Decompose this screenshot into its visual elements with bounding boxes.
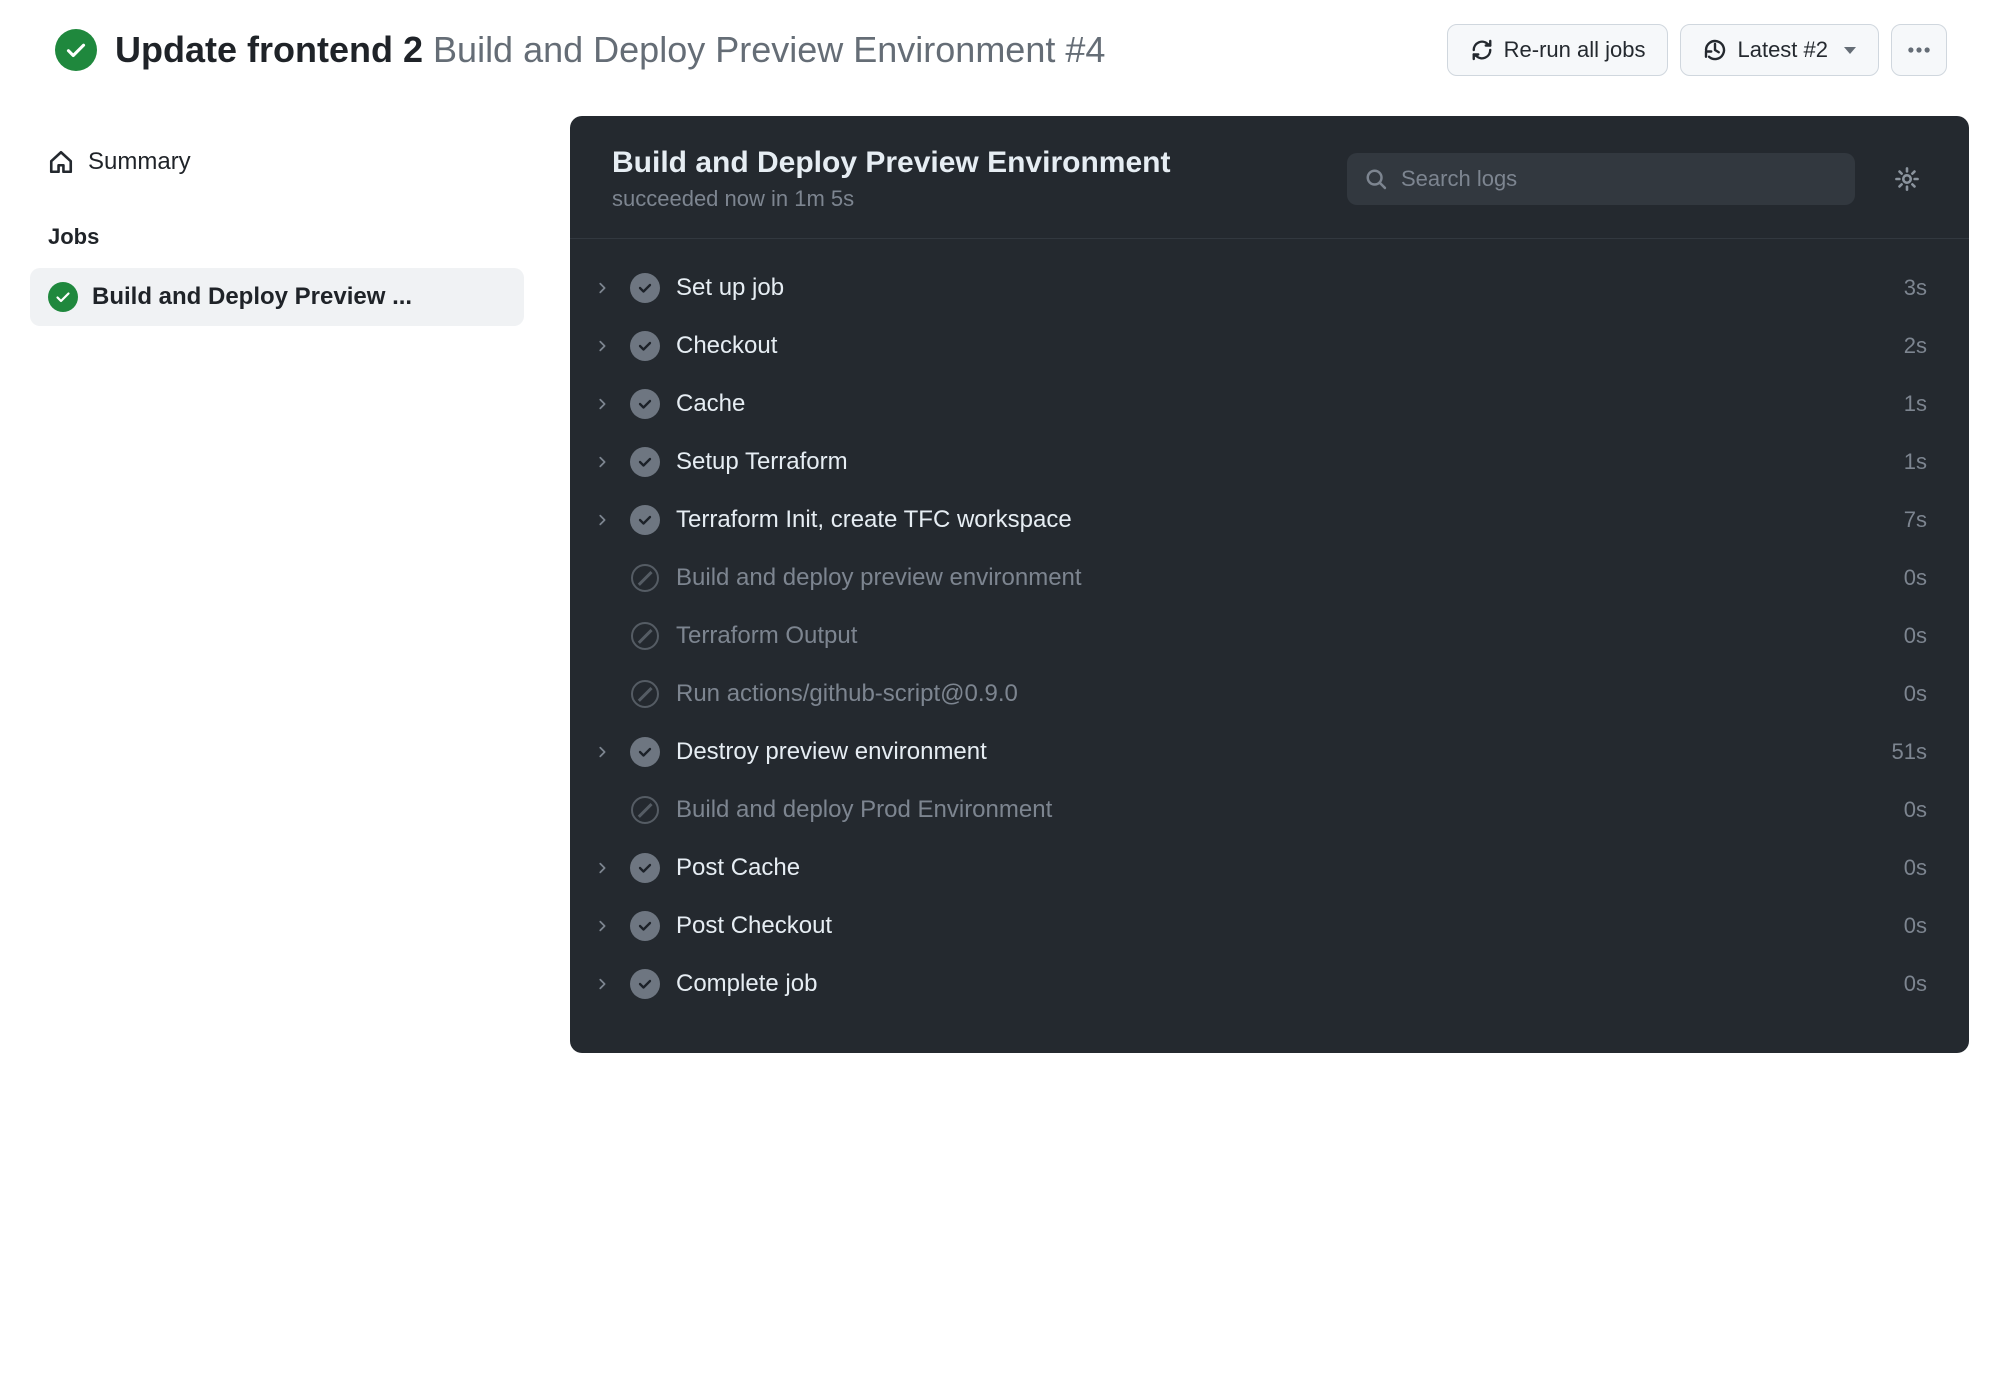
step-label: Set up job xyxy=(676,274,1888,302)
page-header: Update frontend 2 Build and Deploy Previ… xyxy=(0,0,1999,116)
log-settings-button[interactable] xyxy=(1887,159,1927,199)
chevron-right-icon xyxy=(590,745,614,759)
step-row[interactable]: Terraform Init, create TFC workspace 7s xyxy=(590,491,1927,549)
step-duration: 1s xyxy=(1904,391,1927,417)
search-icon xyxy=(1365,168,1387,190)
chevron-right-icon xyxy=(590,861,614,875)
sidebar-job-label: Build and Deploy Preview ... xyxy=(92,283,412,311)
sidebar-job-item[interactable]: Build and Deploy Preview ... xyxy=(30,268,524,326)
step-row[interactable]: Destroy preview environment 51s xyxy=(590,723,1927,781)
log-header: Build and Deploy Preview Environment suc… xyxy=(570,116,1969,239)
step-label: Run actions/github-script@0.9.0 xyxy=(676,680,1888,708)
sidebar-jobs-heading: Jobs xyxy=(30,190,524,268)
header-actions: Re-run all jobs Latest #2 xyxy=(1447,24,1947,76)
step-label: Post Checkout xyxy=(676,912,1888,940)
latest-label: Latest #2 xyxy=(1737,37,1828,63)
step-label: Checkout xyxy=(676,332,1888,360)
step-duration: 0s xyxy=(1904,623,1927,649)
chevron-right-icon xyxy=(590,977,614,991)
step-status-success-icon xyxy=(630,737,660,767)
chevron-right-icon xyxy=(590,339,614,353)
step-status-success-icon xyxy=(630,331,660,361)
step-duration: 51s xyxy=(1892,739,1927,765)
step-duration: 0s xyxy=(1904,913,1927,939)
rerun-label: Re-run all jobs xyxy=(1504,37,1646,63)
step-duration: 0s xyxy=(1904,797,1927,823)
kebab-menu-button[interactable] xyxy=(1891,24,1947,76)
step-row[interactable]: Set up job 3s xyxy=(590,259,1927,317)
step-duration: 2s xyxy=(1904,333,1927,359)
step-status-success-icon xyxy=(630,911,660,941)
step-status-skipped-icon xyxy=(630,795,660,825)
step-label: Cache xyxy=(676,390,1888,418)
job-status-success-icon xyxy=(48,282,78,312)
step-row[interactable]: Post Checkout 0s xyxy=(590,897,1927,955)
step-status-skipped-icon xyxy=(630,563,660,593)
sync-icon xyxy=(1470,38,1494,62)
step-status-success-icon xyxy=(630,447,660,477)
step-row[interactable]: Complete job 0s xyxy=(590,955,1927,1013)
page-title-rest: Build and Deploy Preview Environment #4 xyxy=(433,29,1105,70)
chevron-right-icon xyxy=(590,281,614,295)
step-label: Destroy preview environment xyxy=(676,738,1876,766)
log-title: Build and Deploy Preview Environment xyxy=(612,146,1323,180)
step-status-success-icon xyxy=(630,505,660,535)
step-label: Terraform Output xyxy=(676,622,1888,650)
step-row[interactable]: Checkout 2s xyxy=(590,317,1927,375)
chevron-right-icon xyxy=(590,397,614,411)
step-duration: 1s xyxy=(1904,449,1927,475)
history-icon xyxy=(1703,38,1727,62)
chevron-right-icon xyxy=(590,513,614,527)
step-label: Post Cache xyxy=(676,854,1888,882)
sidebar-summary-link[interactable]: Summary xyxy=(30,134,524,190)
step-duration: 0s xyxy=(1904,681,1927,707)
rerun-all-jobs-button[interactable]: Re-run all jobs xyxy=(1447,24,1669,76)
step-status-skipped-icon xyxy=(630,679,660,709)
log-header-text: Build and Deploy Preview Environment suc… xyxy=(612,146,1323,212)
step-label: Build and deploy preview environment xyxy=(676,564,1888,592)
steps-list: Set up job3sCheckout2sCache1sSetup Terra… xyxy=(570,239,1969,1053)
step-row: Run actions/github-script@0.9.0 0s xyxy=(590,665,1927,723)
step-row: Terraform Output 0s xyxy=(590,607,1927,665)
gear-icon xyxy=(1894,166,1920,192)
step-row[interactable]: Cache 1s xyxy=(590,375,1927,433)
page-title-bold: Update frontend 2 xyxy=(115,29,423,70)
chevron-down-icon xyxy=(1844,47,1856,54)
step-status-success-icon xyxy=(630,389,660,419)
log-subtitle: succeeded now in 1m 5s xyxy=(612,186,1323,212)
step-status-success-icon xyxy=(630,853,660,883)
sidebar-summary-label: Summary xyxy=(88,148,191,176)
step-row[interactable]: Post Cache 0s xyxy=(590,839,1927,897)
log-panel: Build and Deploy Preview Environment suc… xyxy=(570,116,1969,1053)
latest-attempt-dropdown[interactable]: Latest #2 xyxy=(1680,24,1879,76)
kebab-horizontal-icon xyxy=(1906,37,1932,63)
search-logs-input[interactable] xyxy=(1401,166,1837,192)
step-label: Complete job xyxy=(676,970,1888,998)
step-label: Build and deploy Prod Environment xyxy=(676,796,1888,824)
body: Summary Jobs Build and Deploy Preview ..… xyxy=(0,116,1999,1083)
workflow-status-success-icon xyxy=(55,29,97,71)
search-logs-wrap[interactable] xyxy=(1347,153,1855,205)
step-label: Terraform Init, create TFC workspace xyxy=(676,506,1888,534)
step-duration: 3s xyxy=(1904,275,1927,301)
step-row: Build and deploy Prod Environment 0s xyxy=(590,781,1927,839)
header-title-wrap: Update frontend 2 Build and Deploy Previ… xyxy=(55,29,1431,71)
step-status-skipped-icon xyxy=(630,621,660,651)
home-icon xyxy=(48,149,74,175)
step-duration: 0s xyxy=(1904,971,1927,997)
step-status-success-icon xyxy=(630,273,660,303)
chevron-right-icon xyxy=(590,455,614,469)
step-label: Setup Terraform xyxy=(676,448,1888,476)
page-title: Update frontend 2 Build and Deploy Previ… xyxy=(115,29,1105,71)
chevron-right-icon xyxy=(590,919,614,933)
step-row: Build and deploy preview environment 0s xyxy=(590,549,1927,607)
sidebar: Summary Jobs Build and Deploy Preview ..… xyxy=(30,116,524,1053)
step-duration: 0s xyxy=(1904,855,1927,881)
step-status-success-icon xyxy=(630,969,660,999)
step-row[interactable]: Setup Terraform 1s xyxy=(590,433,1927,491)
step-duration: 0s xyxy=(1904,565,1927,591)
step-duration: 7s xyxy=(1904,507,1927,533)
